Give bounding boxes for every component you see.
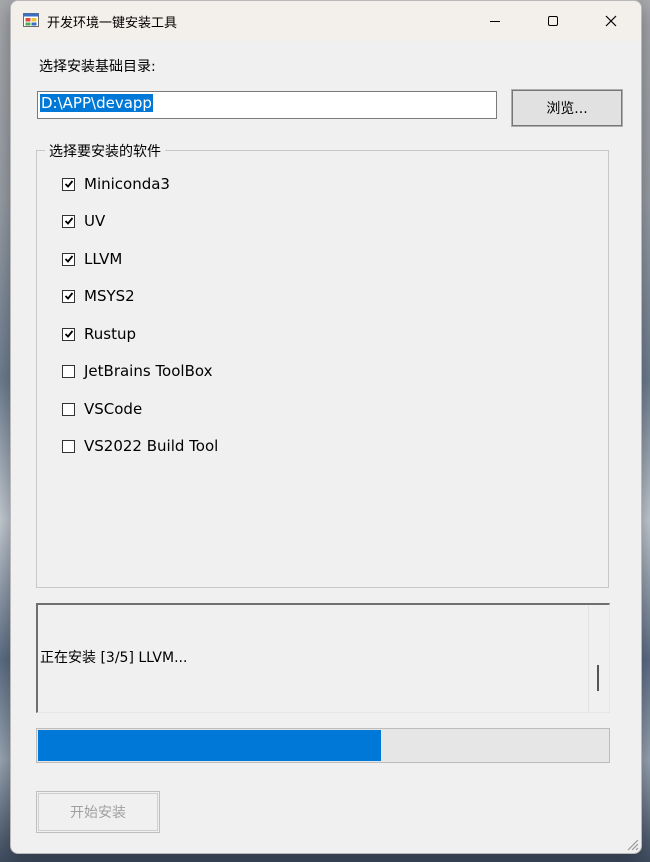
checkbox-label: MSYS2 xyxy=(84,287,135,305)
install-dir-label: 选择安装基础目录: xyxy=(39,59,156,75)
maximize-button[interactable] xyxy=(524,1,582,41)
checkbox-vscode[interactable]: VSCode xyxy=(62,399,142,419)
checkbox-label: LLVM xyxy=(84,250,123,268)
checkbox-label: VS2022 Build Tool xyxy=(84,437,219,455)
checkbox-rustup[interactable]: Rustup xyxy=(62,324,136,344)
checkmark-icon xyxy=(64,255,73,263)
log-line: 正在安装 [3/5] LLVM... xyxy=(40,650,188,666)
log-scrollbar[interactable] xyxy=(588,605,609,712)
checkbox-label: VSCode xyxy=(84,400,143,418)
checkbox-miniconda3[interactable]: Miniconda3 xyxy=(62,174,170,194)
maximize-icon xyxy=(548,16,558,26)
checkbox-box[interactable] xyxy=(62,402,75,416)
browse-button[interactable]: 浏览... xyxy=(511,89,623,127)
checkmark-icon xyxy=(64,292,73,300)
install-log[interactable]: 正在安装 [3/5] LLVM... xyxy=(36,603,610,713)
close-icon xyxy=(605,15,617,27)
title-bar[interactable]: 开发环境一键安装工具 xyxy=(11,1,641,41)
install-progress-bar xyxy=(36,728,610,763)
minimize-icon xyxy=(490,21,500,22)
checkbox-label: Rustup xyxy=(84,325,136,343)
window-title: 开发环境一键安装工具 xyxy=(47,16,178,31)
checkbox-label: UV xyxy=(84,212,106,230)
checkbox-box[interactable] xyxy=(62,177,75,191)
software-groupbox: 选择要安装的软件 Miniconda3 UV LLVM MSYS2 Rustup… xyxy=(36,141,609,588)
software-group-title: 选择要安装的软件 xyxy=(45,141,165,161)
install-dir-value: D:\APP\devapp xyxy=(40,94,153,112)
checkbox-box[interactable] xyxy=(62,327,75,341)
checkbox-llvm[interactable]: LLVM xyxy=(62,249,122,269)
checkbox-vs2022-build-tool[interactable]: VS2022 Build Tool xyxy=(62,436,218,456)
checkbox-box[interactable] xyxy=(62,289,75,303)
close-button[interactable] xyxy=(582,1,640,41)
checkmark-icon xyxy=(64,180,73,188)
checkmark-icon xyxy=(64,330,73,338)
resize-grip-icon[interactable] xyxy=(625,837,639,851)
log-scrollbar-thumb[interactable] xyxy=(597,665,599,691)
install-dir-input[interactable]: D:\APP\devapp xyxy=(37,91,497,119)
start-install-button[interactable]: 开始安装 xyxy=(36,791,160,833)
app-icon xyxy=(23,13,39,27)
minimize-button[interactable] xyxy=(466,1,524,41)
checkbox-uv[interactable]: UV xyxy=(62,211,105,231)
checkbox-box[interactable] xyxy=(62,252,75,266)
checkbox-label: Miniconda3 xyxy=(84,175,170,193)
checkbox-box[interactable] xyxy=(62,439,75,453)
checkbox-msys2[interactable]: MSYS2 xyxy=(62,286,135,306)
checkbox-box[interactable] xyxy=(62,364,75,378)
checkmark-icon xyxy=(64,217,73,225)
installer-window: 开发环境一键安装工具 选择安装基础目录: D:\APP\devapp 浏览...… xyxy=(10,0,642,854)
checkbox-box[interactable] xyxy=(62,214,75,228)
checkbox-jetbrains-toolbox[interactable]: JetBrains ToolBox xyxy=(62,361,212,381)
progress-fill xyxy=(38,730,381,761)
checkbox-label: JetBrains ToolBox xyxy=(84,362,213,380)
